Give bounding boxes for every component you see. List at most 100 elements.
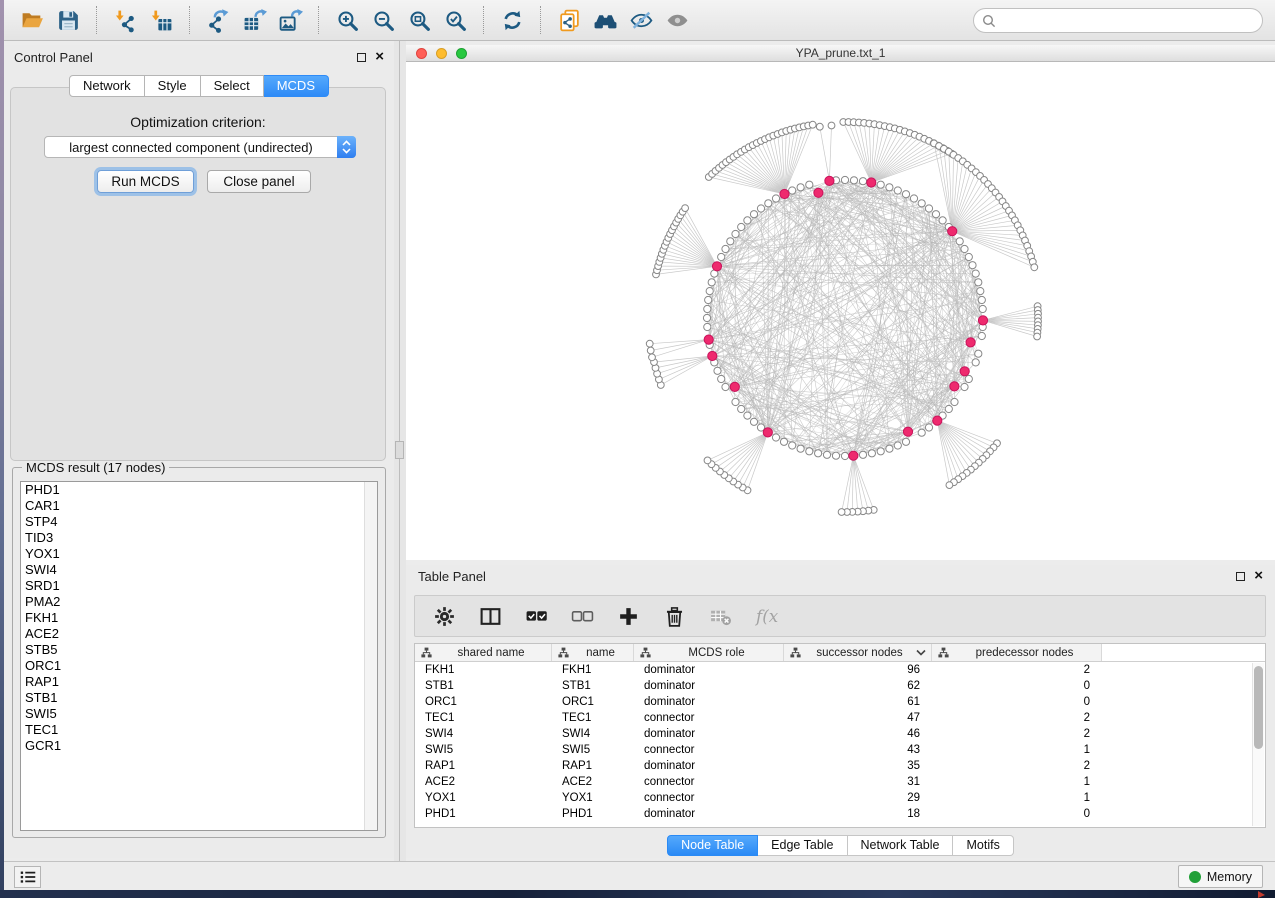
- run-mcds-button[interactable]: Run MCDS: [97, 170, 194, 193]
- tab-style[interactable]: Style: [145, 75, 201, 97]
- column-settings-button[interactable]: [431, 603, 457, 629]
- scrollbar-thumb[interactable]: [1254, 666, 1263, 749]
- delete-column-icon: [663, 605, 686, 628]
- list-item[interactable]: SWI5: [21, 706, 377, 722]
- float-panel-icon[interactable]: [357, 53, 366, 62]
- function-builder-button: f(x): [753, 603, 779, 629]
- cell: 62: [784, 680, 932, 692]
- table-row[interactable]: YOX1YOX1connector291: [415, 790, 1265, 806]
- list-item[interactable]: SRD1: [21, 578, 377, 594]
- list-item[interactable]: TEC1: [21, 722, 377, 738]
- control-panel-title: Control Panel: [14, 50, 93, 65]
- zoom-in-icon: [335, 8, 360, 33]
- table-row[interactable]: PHD1PHD1dominator180: [415, 806, 1265, 822]
- save-session-button[interactable]: [50, 4, 86, 36]
- table-row[interactable]: FKH1FKH1dominator962: [415, 662, 1265, 678]
- zoom-out-button[interactable]: [365, 4, 401, 36]
- deselect-all-button[interactable]: [569, 603, 595, 629]
- open-session-icon: [20, 8, 45, 33]
- close-panel-button[interactable]: Close panel: [207, 170, 311, 193]
- export-table-icon: [242, 8, 267, 33]
- float-table-panel-icon[interactable]: [1236, 572, 1245, 581]
- zoom-selected-button[interactable]: [437, 4, 473, 36]
- export-image-button[interactable]: [272, 4, 308, 36]
- panel-splitter[interactable]: [394, 41, 406, 862]
- cell: 0: [932, 696, 1102, 708]
- hide-selected-button[interactable]: [623, 4, 659, 36]
- cell: RAP1: [415, 760, 552, 772]
- export-network-button[interactable]: [200, 4, 236, 36]
- search-box[interactable]: [973, 8, 1263, 33]
- clone-network-button[interactable]: [551, 4, 587, 36]
- network-window-titlebar[interactable]: YPA_prune.txt_1: [406, 45, 1275, 62]
- control-panel-tabs: NetworkStyleSelectMCDS: [4, 75, 394, 97]
- close-panel-icon[interactable]: ×: [375, 52, 384, 62]
- tab-motifs[interactable]: Motifs: [953, 835, 1013, 856]
- toolbar-separator: [540, 6, 541, 34]
- list-item[interactable]: ORC1: [21, 658, 377, 674]
- tab-network[interactable]: Network: [69, 75, 145, 97]
- list-scrollbar[interactable]: [364, 482, 377, 830]
- split-panel-button[interactable]: [477, 603, 503, 629]
- list-item[interactable]: CAR1: [21, 498, 377, 514]
- list-item[interactable]: STP4: [21, 514, 377, 530]
- cell: PHD1: [552, 808, 634, 820]
- tab-network-table[interactable]: Network Table: [848, 835, 954, 856]
- memory-button[interactable]: Memory: [1178, 865, 1263, 888]
- delete-column-button[interactable]: [661, 603, 687, 629]
- list-item[interactable]: PHD1: [21, 482, 377, 498]
- table-row[interactable]: ACE2ACE2connector311: [415, 774, 1265, 790]
- list-item[interactable]: FKH1: [21, 610, 377, 626]
- export-table-button[interactable]: [236, 4, 272, 36]
- export-network-icon: [206, 8, 231, 33]
- memory-label: Memory: [1207, 870, 1252, 884]
- import-table-button[interactable]: [143, 4, 179, 36]
- column-header-successor-nodes[interactable]: successor nodes: [784, 644, 932, 661]
- cell: ORC1: [552, 696, 634, 708]
- list-item[interactable]: RAP1: [21, 674, 377, 690]
- open-session-button[interactable]: [14, 4, 50, 36]
- zoom-fit-button[interactable]: [401, 4, 437, 36]
- column-header-MCDS-role[interactable]: MCDS role: [634, 644, 784, 661]
- cell: ACE2: [415, 776, 552, 788]
- tab-select[interactable]: Select: [201, 75, 264, 97]
- criterion-dropdown[interactable]: largest connected component (undirected): [44, 136, 356, 158]
- table-row[interactable]: TEC1TEC1connector472: [415, 710, 1265, 726]
- list-item[interactable]: STB5: [21, 642, 377, 658]
- cell: dominator: [634, 728, 784, 740]
- list-item[interactable]: ACE2: [21, 626, 377, 642]
- tab-edge-table[interactable]: Edge Table: [758, 835, 847, 856]
- close-table-panel-icon[interactable]: ×: [1254, 571, 1263, 581]
- list-item[interactable]: TID3: [21, 530, 377, 546]
- tab-mcds[interactable]: MCDS: [264, 75, 329, 97]
- splitter-grip[interactable]: [395, 441, 404, 459]
- list-item[interactable]: SWI4: [21, 562, 377, 578]
- cell: 18: [784, 808, 932, 820]
- list-item[interactable]: GCR1: [21, 738, 377, 754]
- table-row[interactable]: SWI4SWI4dominator462: [415, 726, 1265, 742]
- network-canvas[interactable]: [406, 62, 1275, 560]
- table-row[interactable]: ORC1ORC1dominator610: [415, 694, 1265, 710]
- list-item[interactable]: PMA2: [21, 594, 377, 610]
- mcds-result-list[interactable]: PHD1CAR1STP4TID3YOX1SWI4SRD1PMA2FKH1ACE2…: [20, 481, 378, 831]
- table-scrollbar[interactable]: [1252, 663, 1264, 826]
- tab-node-table[interactable]: Node Table: [667, 835, 758, 856]
- column-header-predecessor-nodes[interactable]: predecessor nodes: [932, 644, 1102, 661]
- show-all-icon: [665, 8, 690, 33]
- zoom-in-button[interactable]: [329, 4, 365, 36]
- table-row[interactable]: SWI5SWI5connector431: [415, 742, 1265, 758]
- list-item[interactable]: STB1: [21, 690, 377, 706]
- column-header-name[interactable]: name: [552, 644, 634, 661]
- select-all-button[interactable]: [523, 603, 549, 629]
- column-header-shared-name[interactable]: shared name: [415, 644, 552, 661]
- import-network-button[interactable]: [107, 4, 143, 36]
- search-input[interactable]: [996, 11, 1262, 31]
- show-all-button[interactable]: [659, 4, 695, 36]
- list-item[interactable]: YOX1: [21, 546, 377, 562]
- task-history-button[interactable]: [14, 866, 41, 888]
- table-row[interactable]: RAP1RAP1dominator352: [415, 758, 1265, 774]
- find-button[interactable]: [587, 4, 623, 36]
- refresh-network-button[interactable]: [494, 4, 530, 36]
- table-row[interactable]: STB1STB1dominator620: [415, 678, 1265, 694]
- add-column-button[interactable]: [615, 603, 641, 629]
